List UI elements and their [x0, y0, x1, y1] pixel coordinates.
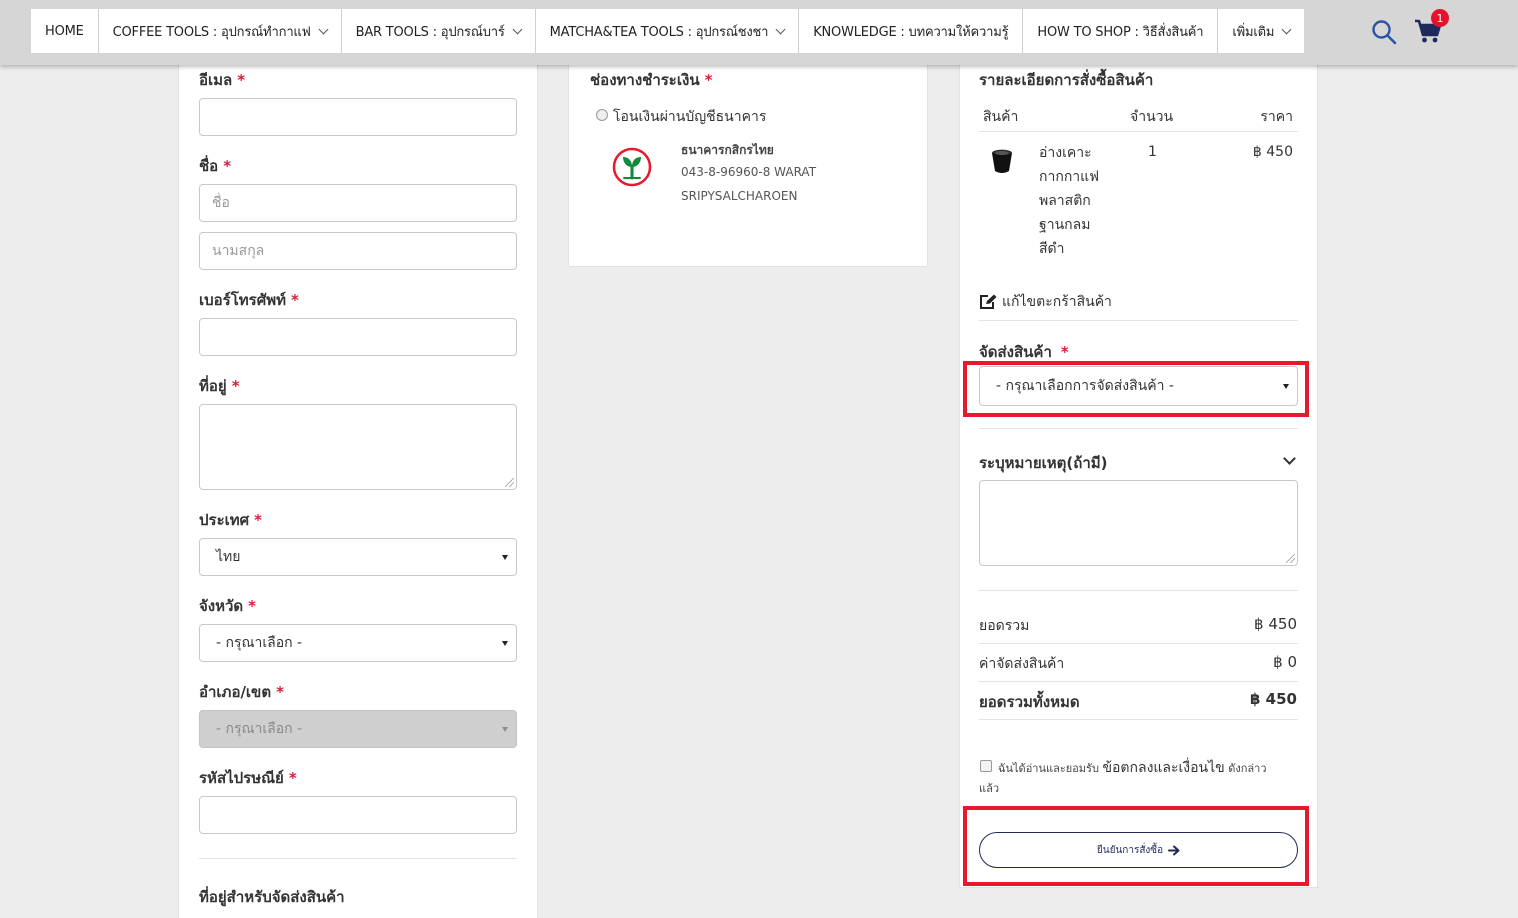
- bank-name: ธนาคารกสิกรไทย: [681, 143, 774, 157]
- district-label: อำเภอ/เขต *: [199, 683, 284, 701]
- column-header-product: สินค้า: [983, 109, 1019, 125]
- nav-item-coffee-tools[interactable]: COFFEE TOOLS : อุปกรณ์ทำกาแฟ: [99, 9, 342, 53]
- product-name[interactable]: อ่างเคาะ กากกาแฟ พลาสติก ฐานกลม สีดำ: [1039, 141, 1099, 261]
- divider: [979, 643, 1298, 644]
- product-price: ฿ 450: [1252, 144, 1293, 160]
- country-selected-value: ไทย: [216, 549, 241, 565]
- total-value: ฿ 450: [1250, 690, 1297, 708]
- postcode-field[interactable]: [199, 796, 517, 834]
- main-nav: HOME COFFEE TOOLS : อุปกรณ์ทำกาแฟ BAR TO…: [31, 9, 1305, 53]
- divider: [979, 320, 1298, 321]
- cart-count-badge: 1: [1431, 9, 1449, 27]
- nav-item-label: HOME: [45, 23, 84, 39]
- phone-label: เบอร์โทรศัพท์ *: [199, 291, 299, 309]
- email-label: อีเมล *: [199, 71, 246, 89]
- order-note-textarea[interactable]: [979, 480, 1298, 566]
- nav-item-label: KNOWLEDGE : บทความให้ความรู้: [813, 24, 1009, 40]
- caret-down-icon: [502, 641, 508, 646]
- resize-handle-icon[interactable]: [1286, 554, 1295, 563]
- payment-heading: ช่องทางชำระเงิน *: [590, 71, 713, 89]
- postcode-label: รหัสไปรษณีย์ *: [199, 769, 297, 787]
- first-name-field[interactable]: ชื่อ: [199, 184, 517, 222]
- product-thumbnail[interactable]: [990, 148, 1014, 176]
- caret-down-icon: [502, 727, 508, 732]
- terms-text: ฉันได้อ่านและยอมรับ ข้อตกลงและเงื่อนไข ด…: [979, 760, 1267, 795]
- shipping-address-heading: ที่อยู่สำหรับจัดส่งสินค้า: [199, 888, 345, 906]
- edit-cart-link[interactable]: แก้ไขตะกร้าสินค้า: [979, 291, 1112, 313]
- search-icon[interactable]: [1371, 19, 1397, 45]
- resize-handle-icon[interactable]: [505, 478, 514, 487]
- first-name-placeholder: ชื่อ: [212, 195, 230, 211]
- chevron-down-icon: [512, 24, 523, 34]
- nav-item-how-to-shop[interactable]: HOW TO SHOP : วิธีสั่งสินค้า: [1023, 9, 1219, 53]
- column-header-quantity: จำนวน: [1130, 109, 1174, 125]
- province-label: จังหวัด *: [199, 597, 257, 615]
- column-header-price: ราคา: [1260, 109, 1293, 125]
- bank-account-number: 043-8-96960-8 WARAT: [681, 165, 817, 179]
- highlight-box-confirm: [963, 806, 1309, 886]
- nav-item-label: COFFEE TOOLS : อุปกรณ์ทำกาแฟ: [112, 24, 311, 40]
- divider: [979, 719, 1298, 720]
- district-select: - กรุณาเลือก -: [199, 710, 517, 748]
- nav-item-label: HOW TO SHOP : วิธีสั่งสินค้า: [1037, 24, 1204, 40]
- highlight-box-shipping: [963, 361, 1309, 417]
- top-navigation-bar: HOME COFFEE TOOLS : อุปกรณ์ทำกาแฟ BAR TO…: [0, 0, 1518, 65]
- product-quantity: 1: [1148, 144, 1157, 160]
- bank-account-name: SRIPYSALCHAROEN: [681, 189, 798, 203]
- country-select[interactable]: ไทย: [199, 538, 517, 576]
- district-selected-value: - กรุณาเลือก -: [216, 721, 303, 737]
- kasikorn-bank-logo-icon: [612, 147, 652, 187]
- subtotal-label: ยอดรวม: [979, 618, 1030, 634]
- order-summary-heading: รายละเอียดการสั่งซื้อสินค้า: [979, 71, 1154, 89]
- caret-down-icon: [502, 555, 508, 560]
- nav-item-bar-tools[interactable]: BAR TOOLS : อุปกรณ์บาร์: [342, 9, 536, 53]
- chevron-down-icon: [318, 24, 329, 34]
- chevron-down-icon: [1281, 24, 1292, 34]
- divider: [979, 681, 1298, 682]
- chevron-down-icon: [775, 24, 786, 34]
- nav-item-matcha-tea-tools[interactable]: MATCHA&TEA TOOLS : อุปกรณ์ชงชา: [536, 9, 800, 53]
- shipping-fee-label: ค่าจัดส่งสินค้า: [979, 656, 1065, 672]
- nav-item-label: MATCHA&TEA TOOLS : อุปกรณ์ชงชา: [549, 24, 769, 40]
- payment-method-panel: ช่องทางชำระเงิน * โอนเงินผ่านบัญชีธนาคาร …: [568, 60, 928, 267]
- divider: [979, 590, 1298, 591]
- nav-item-label: BAR TOOLS : อุปกรณ์บาร์: [355, 24, 505, 40]
- customer-info-form: อีเมล * ชื่อ * ชื่อ นามสกุล เบอร์โทรศัพท์ *…: [178, 60, 538, 918]
- phone-field[interactable]: [199, 318, 517, 356]
- email-field[interactable]: [199, 98, 517, 136]
- nav-item-more[interactable]: เพิ่มเติม: [1218, 9, 1304, 53]
- address-textarea[interactable]: [199, 404, 517, 490]
- shipping-fee-value: ฿ 0: [1273, 653, 1297, 671]
- total-label: ยอดรวมทั้งหมด: [979, 693, 1080, 711]
- last-name-field[interactable]: นามสกุล: [199, 232, 517, 270]
- divider: [979, 131, 1298, 132]
- nav-item-knowledge[interactable]: KNOWLEDGE : บทความให้ความรู้: [799, 9, 1024, 53]
- edit-icon: [980, 294, 997, 309]
- divider: [979, 428, 1298, 429]
- address-label: ที่อยู่ *: [199, 377, 240, 395]
- province-selected-value: - กรุณาเลือก -: [216, 635, 303, 651]
- bank-transfer-label[interactable]: โอนเงินผ่านบัญชีธนาคาร: [613, 106, 766, 128]
- terms-link[interactable]: ข้อตกลงและเงื่อนไข: [1102, 760, 1224, 776]
- divider: [199, 858, 517, 859]
- nav-item-home[interactable]: HOME: [31, 9, 99, 53]
- chevron-down-icon[interactable]: [1283, 452, 1296, 465]
- name-label: ชื่อ *: [199, 157, 232, 175]
- province-select[interactable]: - กรุณาเลือก -: [199, 624, 517, 662]
- country-label: ประเทศ *: [199, 511, 263, 529]
- subtotal-value: ฿ 450: [1254, 615, 1297, 633]
- order-summary-panel: รายละเอียดการสั่งซื้อสินค้า สินค้า จำนวน…: [959, 60, 1318, 888]
- order-note-label: ระบุหมายเหตุ(ถ้ามี): [979, 454, 1108, 472]
- edit-cart-label: แก้ไขตะกร้าสินค้า: [1002, 294, 1112, 310]
- nav-item-label: เพิ่มเติม: [1232, 24, 1275, 40]
- bank-transfer-radio[interactable]: [596, 109, 608, 121]
- last-name-placeholder: นามสกุล: [212, 243, 265, 259]
